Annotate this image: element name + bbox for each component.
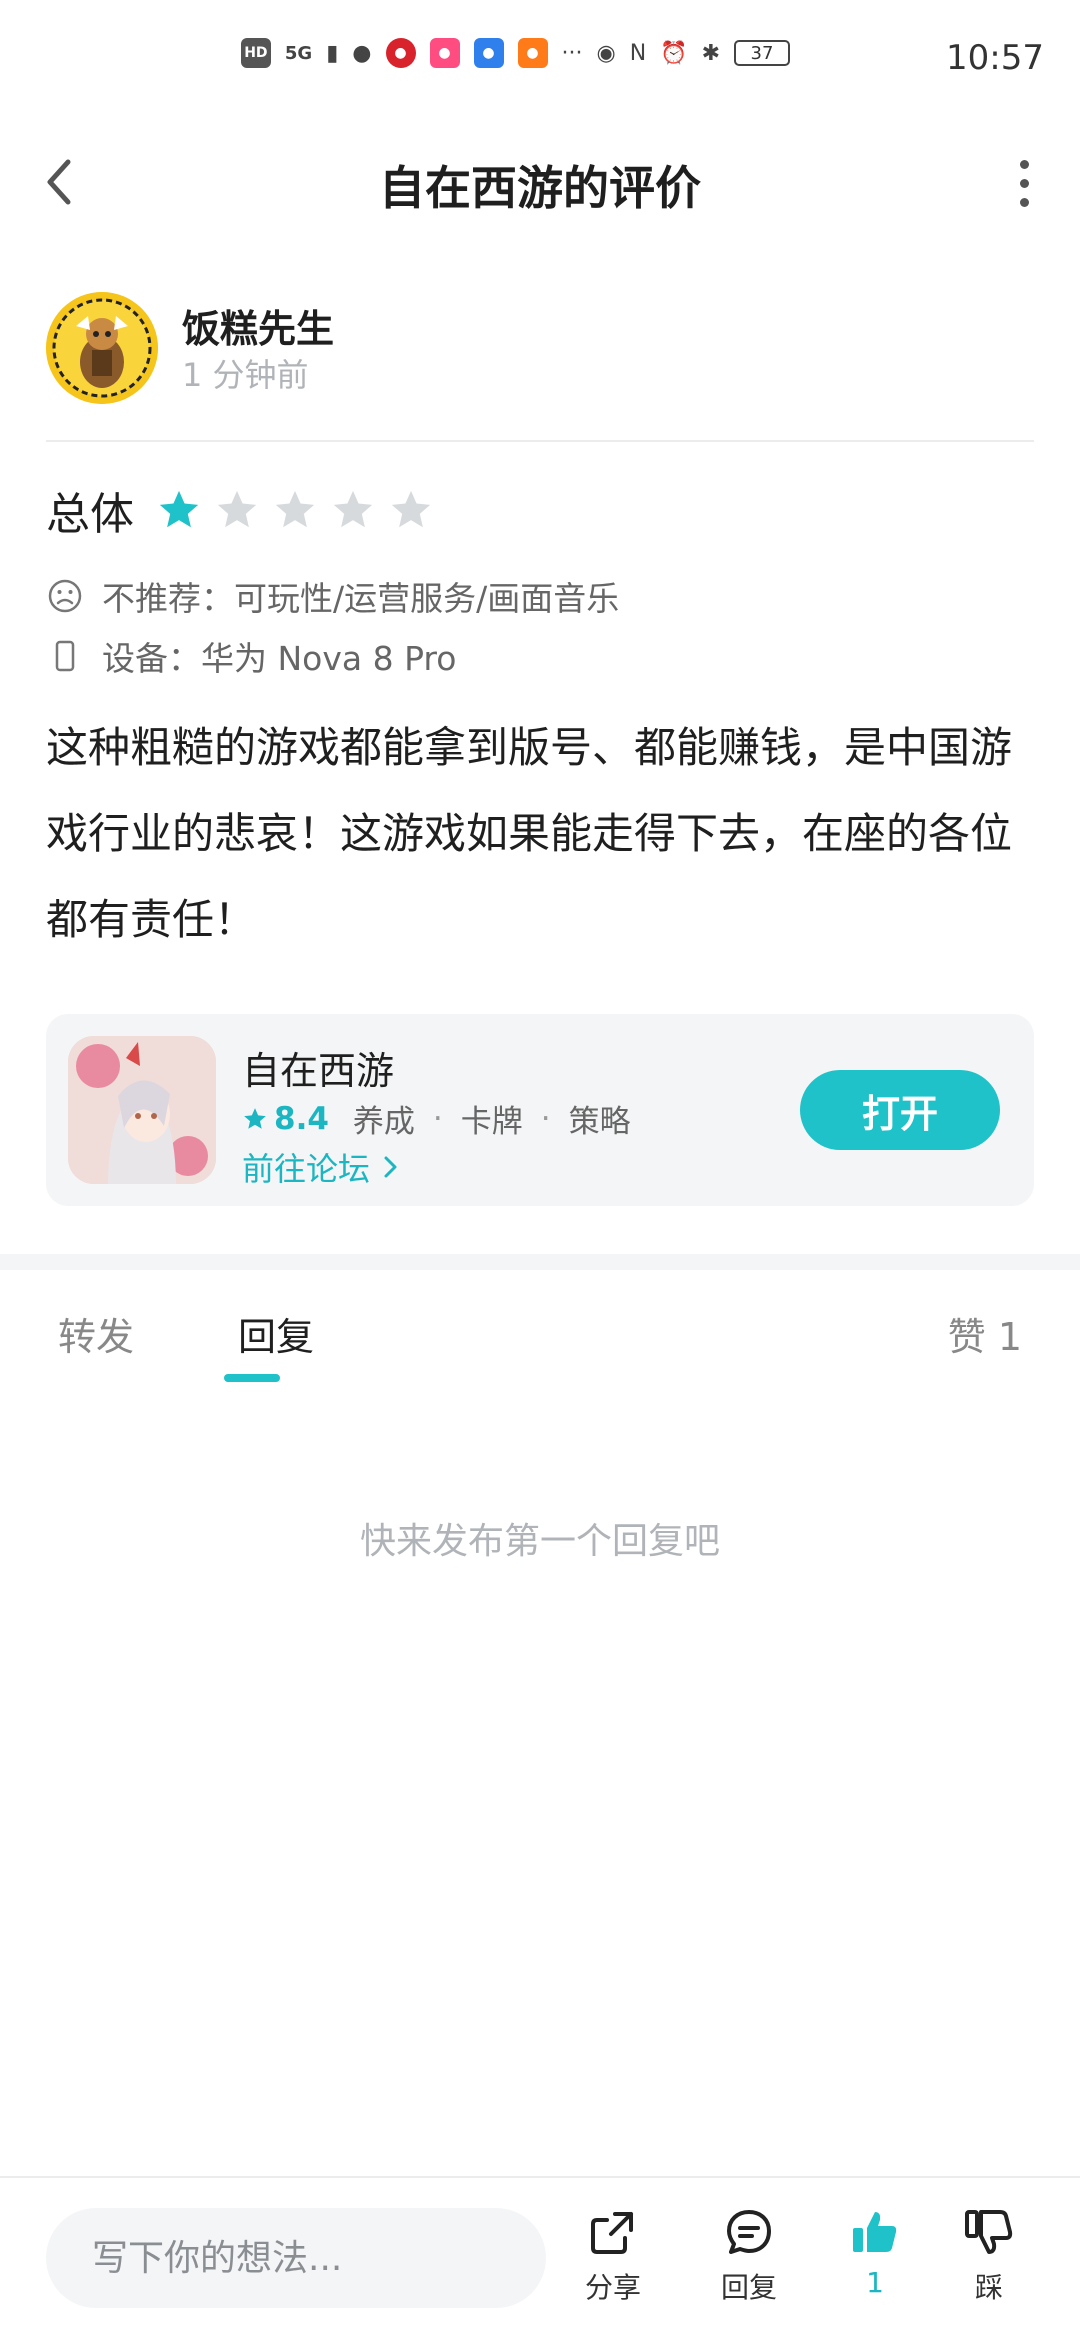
comment-tabs: 转发 回复 赞 1 [0, 1296, 1080, 1396]
more-dot-icon [1019, 159, 1029, 169]
rating-label: 总体 [46, 489, 134, 540]
star-empty-icon [217, 490, 257, 528]
not-recommend-text: 不推荐：可玩性/运营服务/画面音乐 [102, 579, 620, 618]
game-tag: 策略 [568, 1104, 631, 1140]
overall-rating: 总体 [46, 480, 446, 540]
review-author: 饭糕先生 1 分钟前 [46, 292, 1036, 404]
tab-reply[interactable]: 回复 [238, 1306, 314, 1361]
open-game-button[interactable]: 打开 [800, 1070, 1000, 1150]
tab-forward[interactable]: 转发 [58, 1306, 134, 1361]
divider [46, 440, 1034, 442]
author-name[interactable]: 饭糕先生 [182, 298, 334, 353]
comment-input[interactable] [46, 2208, 546, 2308]
avatar-image [46, 292, 158, 404]
battery-icon: 37 [734, 40, 790, 66]
game-icon-image [68, 1036, 216, 1184]
clock: 10:57 [946, 38, 1044, 78]
phone-icon [55, 640, 75, 672]
star-filled-icon [159, 490, 199, 528]
tag-separator: · [540, 1100, 551, 1137]
game-card[interactable]: 自在西游 8.4 养成 · 卡牌 · 策略 前往论坛 打开 [46, 1014, 1034, 1206]
more-options-button[interactable] [1004, 158, 1044, 208]
app-notification-icon-2: ● [517, 38, 548, 68]
signal-bars-icon: ▮ [326, 40, 339, 66]
game-icon[interactable] [68, 1036, 216, 1184]
star-empty-icon [333, 490, 373, 528]
forum-link[interactable]: 前往论坛 [242, 1144, 402, 1190]
signal-icon: 5G [284, 42, 313, 64]
alarm-icon: ⏰ [660, 40, 688, 66]
game-name[interactable]: 自在西游 [242, 1040, 394, 1095]
game-tag: 卡牌 [460, 1104, 523, 1140]
thumbs-up-icon [853, 2212, 897, 2252]
bottom-action-bar: 分享 回复 1 踩 [0, 2176, 1080, 2338]
share-icon [591, 2212, 633, 2254]
status-bar: HD 5G ▮ ● ● ● ● ● ··· ◉ N ⏰ ✱ 37 10:57 [0, 0, 1080, 120]
search-app-icon: ● [473, 38, 504, 68]
hd-icon: HD [240, 38, 271, 68]
bluetooth-icon: ✱ [701, 40, 720, 66]
star-icon [244, 1107, 266, 1129]
game-tag: 养成 [352, 1104, 415, 1140]
reply-label: 回复 [720, 2271, 777, 2304]
wechat-icon: ● [352, 40, 372, 66]
chevron-right-icon [384, 1156, 397, 1178]
forum-link-label: 前往论坛 [242, 1150, 371, 1188]
share-button[interactable]: 分享 [558, 2204, 668, 2306]
page-title: 自在西游的评价 [379, 161, 701, 215]
comment-icon [727, 2210, 771, 2254]
section-divider [0, 1254, 1080, 1270]
app-notification-icon: ● [385, 38, 416, 68]
tab-likes[interactable]: 赞 1 [948, 1306, 1022, 1361]
post-time: 1 分钟前 [182, 356, 309, 394]
top-app-bar: 自在西游的评价 [0, 130, 1080, 230]
more-notifications-icon: ··· [561, 40, 583, 66]
status-icons: HD 5G ▮ ● ● ● ● ● ··· ◉ N ⏰ ✱ 37 [240, 38, 790, 68]
more-dot-icon [1019, 178, 1029, 188]
active-tab-indicator [224, 1374, 280, 1382]
thumbs-down-icon [965, 2210, 1013, 2254]
star-empty-icon [391, 490, 431, 528]
device-text: 设备：华为 Nova 8 Pro [102, 639, 457, 678]
review-body: 这种粗糙的游戏都能拿到版号、都能赚钱，是中国游戏行业的悲哀！这游戏如果能走得下去… [46, 723, 1013, 944]
dislike-button[interactable]: 踩 [934, 2204, 1044, 2306]
avatar[interactable] [46, 292, 158, 404]
eye-icon: ◉ [596, 40, 616, 66]
empty-replies-message: 快来发布第一个回复吧 [359, 1521, 720, 1562]
not-recommend-row: 不推荐：可玩性/运营服务/画面音乐 [46, 572, 619, 620]
more-dot-icon [1019, 197, 1029, 207]
like-button[interactable]: 1 [820, 2204, 930, 2299]
taobao-icon: ● [429, 38, 460, 68]
reply-button[interactable]: 回复 [694, 2204, 804, 2306]
like-count: 1 [866, 2266, 884, 2299]
device-row: 设备：华为 Nova 8 Pro [46, 632, 456, 680]
share-label: 分享 [584, 2271, 641, 2304]
game-info-row: 8.4 养成 · 卡牌 · 策略 [242, 1096, 631, 1141]
nfc-icon: N [629, 40, 647, 66]
game-score: 8.4 [274, 1100, 329, 1137]
rating-stars [156, 487, 446, 533]
dislike-label: 踩 [974, 2271, 1003, 2304]
sad-face-icon [48, 579, 82, 613]
tag-separator: · [432, 1100, 443, 1137]
star-empty-icon [275, 490, 315, 528]
